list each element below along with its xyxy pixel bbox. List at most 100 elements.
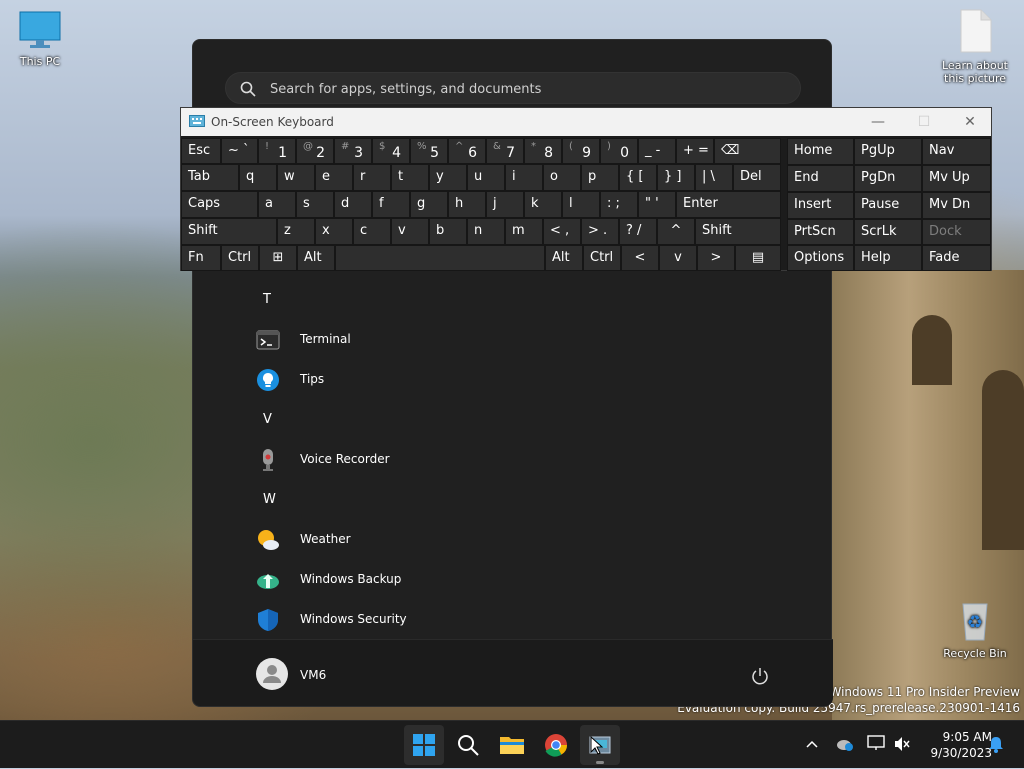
key-pgdn[interactable]: PgDn <box>854 165 922 192</box>
key-q[interactable]: q <box>239 164 277 191</box>
key-5[interactable]: % 5 <box>410 138 448 164</box>
key-4[interactable]: $4 <box>372 138 410 164</box>
key-nav[interactable]: Nav <box>922 138 991 165</box>
user-avatar[interactable] <box>256 658 288 690</box>
key-g[interactable]: g <box>410 191 448 218</box>
key-m[interactable]: m <box>505 218 543 245</box>
letter-header-v[interactable]: V <box>193 400 833 440</box>
network-icon[interactable] <box>866 734 886 752</box>
key-n[interactable]: n <box>467 218 505 245</box>
key-end[interactable]: End <box>787 165 854 192</box>
osk-title-bar[interactable]: On-Screen Keyboard — ☐ ✕ <box>181 108 991 136</box>
key-v[interactable]: v <box>391 218 429 245</box>
key-x[interactable]: x <box>315 218 353 245</box>
key-semicolon[interactable]: : ; <box>600 191 638 218</box>
key-t[interactable]: t <box>391 164 429 191</box>
key-windows[interactable]: ⊞ <box>259 245 297 271</box>
key-backslash[interactable]: | \ <box>695 164 733 191</box>
key-pgup[interactable]: PgUp <box>854 138 922 165</box>
key-caps[interactable]: Caps <box>181 191 258 218</box>
key-u[interactable]: u <box>467 164 505 191</box>
key-right-ctrl[interactable]: Ctrl <box>583 245 621 271</box>
power-icon[interactable] <box>751 667 769 685</box>
key-c[interactable]: c <box>353 218 391 245</box>
key-esc[interactable]: Esc <box>181 138 221 164</box>
key-l[interactable]: l <box>562 191 600 218</box>
key-y[interactable]: y <box>429 164 467 191</box>
key-i[interactable]: i <box>505 164 543 191</box>
key-quote[interactable]: " ' <box>638 191 676 218</box>
letter-header-t[interactable]: T <box>193 280 833 320</box>
chevron-up-icon[interactable] <box>804 737 820 751</box>
key-o[interactable]: o <box>543 164 581 191</box>
key-b[interactable]: b <box>429 218 467 245</box>
notification-bell-icon[interactable] <box>987 735 1005 753</box>
key-0[interactable]: ) 0 <box>600 138 638 164</box>
key-tab[interactable]: Tab <box>181 164 239 191</box>
key-up-arrow[interactable]: ^ <box>657 218 695 245</box>
file-explorer-button[interactable] <box>492 725 532 765</box>
key-2[interactable]: @2 <box>296 138 334 164</box>
key-left-alt[interactable]: Alt <box>297 245 335 271</box>
key-r[interactable]: r <box>353 164 391 191</box>
app-terminal[interactable]: Terminal <box>193 320 833 360</box>
key-h[interactable]: h <box>448 191 486 218</box>
key-dock[interactable]: Dock <box>922 219 991 245</box>
key-right-arrow[interactable]: > <box>697 245 735 271</box>
app-weather[interactable]: Weather <box>193 520 833 560</box>
key-help[interactable]: Help <box>854 245 922 271</box>
key-prtscn[interactable]: PrtScn <box>787 219 854 245</box>
key-slash[interactable]: ? / <box>619 218 657 245</box>
recycle-bin-desktop-icon[interactable]: ♻ Recycle Bin <box>935 598 1015 660</box>
key-right-bracket[interactable]: } ] <box>657 164 695 191</box>
key-k[interactable]: k <box>524 191 562 218</box>
key-a[interactable]: a <box>258 191 296 218</box>
key-equals[interactable]: + = <box>676 138 714 164</box>
key-mv-dn[interactable]: Mv Dn <box>922 192 991 219</box>
search-input[interactable] <box>268 73 772 105</box>
key-p[interactable]: p <box>581 164 619 191</box>
letter-header-w[interactable]: W <box>193 480 833 520</box>
maximize-button[interactable]: ☐ <box>901 108 947 136</box>
onedrive-icon[interactable] <box>835 735 855 753</box>
key-fn[interactable]: Fn <box>181 245 221 271</box>
key-fade[interactable]: Fade <box>922 245 991 271</box>
app-windows-backup[interactable]: Windows Backup <box>193 560 833 600</box>
key-1[interactable]: ! 1 <box>258 138 296 164</box>
key-s[interactable]: s <box>296 191 334 218</box>
volume-muted-icon[interactable] <box>893 735 911 753</box>
key-menu[interactable]: ▤ <box>735 245 781 271</box>
learn-about-picture-icon[interactable]: Learn about this picture <box>935 8 1015 85</box>
key-7[interactable]: & 7 <box>486 138 524 164</box>
key-pause[interactable]: Pause <box>854 192 922 219</box>
key-left-ctrl[interactable]: Ctrl <box>221 245 259 271</box>
key-d[interactable]: d <box>334 191 372 218</box>
key-left-shift[interactable]: Shift <box>181 218 277 245</box>
start-search-box[interactable] <box>225 72 801 105</box>
chrome-button[interactable] <box>536 725 576 765</box>
key-left-arrow[interactable]: < <box>621 245 659 271</box>
key-9[interactable]: (9 <box>562 138 600 164</box>
key-mv-up[interactable]: Mv Up <box>922 165 991 192</box>
app-voice-recorder[interactable]: Voice Recorder <box>193 440 833 480</box>
minimize-button[interactable]: — <box>855 108 901 136</box>
key-6[interactable]: ^ 6 <box>448 138 486 164</box>
app-windows-security[interactable]: Windows Security <box>193 600 833 640</box>
key-comma[interactable]: < , <box>543 218 581 245</box>
key-z[interactable]: z <box>277 218 315 245</box>
key-j[interactable]: j <box>486 191 524 218</box>
key-right-alt[interactable]: Alt <box>545 245 583 271</box>
key-tilde[interactable]: ~ ` <box>221 138 258 164</box>
this-pc-desktop-icon[interactable]: This PC <box>0 10 80 68</box>
key-f[interactable]: f <box>372 191 410 218</box>
clock[interactable]: 9:05 AM 9/30/2023 <box>920 729 992 761</box>
start-button[interactable] <box>404 725 444 765</box>
key-e[interactable]: e <box>315 164 353 191</box>
key-minus[interactable]: _ - <box>638 138 676 164</box>
key-down-arrow[interactable]: v <box>659 245 697 271</box>
key-scrlk[interactable]: ScrLk <box>854 219 922 245</box>
key-enter[interactable]: Enter <box>676 191 781 218</box>
key-options[interactable]: Options <box>787 245 854 271</box>
key-backspace[interactable]: ⌫ <box>714 138 781 164</box>
key-w[interactable]: w <box>277 164 315 191</box>
